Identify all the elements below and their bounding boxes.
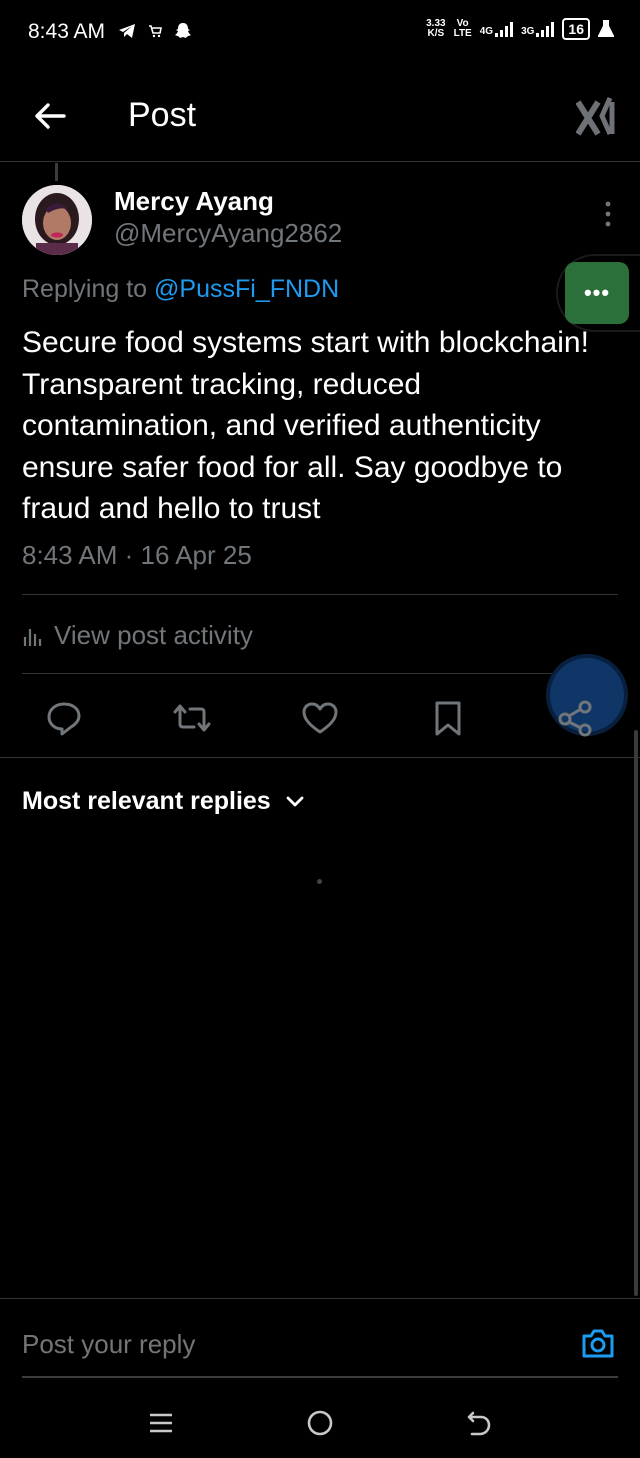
network-speed-unit: K/S: [427, 28, 445, 39]
scrollbar[interactable]: [634, 730, 638, 1296]
post-timestamp: 8:43 AM · 16 Apr 25: [22, 540, 252, 570]
battery-icon: 16: [562, 18, 590, 40]
bookmark-icon[interactable]: [428, 698, 468, 738]
status-bar: 8:43 AM 3.33 K/S Vo LTE 4G 3G 16: [0, 0, 640, 64]
author-handle[interactable]: @MercyAyang2862: [114, 218, 342, 249]
reply-icon[interactable]: [44, 698, 84, 738]
like-icon[interactable]: [300, 698, 340, 738]
signal-icon: [495, 21, 514, 37]
post-actions: [0, 690, 640, 758]
analytics-icon: [23, 628, 42, 646]
status-system-icons: 3.33 K/S Vo LTE 4G 3G 16: [426, 18, 614, 40]
loading-indicator: [317, 879, 322, 884]
cart-icon: [149, 25, 162, 38]
replies-sort-label: Most relevant replies: [22, 787, 271, 815]
back-icon[interactable]: [464, 1408, 494, 1438]
x-logo-icon: [576, 96, 615, 136]
avatar[interactable]: [22, 185, 92, 255]
arrow-left-icon[interactable]: [32, 98, 68, 134]
sim1-type: 4G: [479, 26, 494, 37]
status-notification-icons: [118, 22, 192, 40]
replies-sort-dropdown[interactable]: Most relevant replies: [22, 787, 305, 816]
system-navigation-bar: [0, 1386, 640, 1458]
share-icon[interactable]: [556, 698, 596, 738]
more-vertical-icon[interactable]: [604, 200, 612, 228]
reply-composer: [0, 1298, 640, 1378]
top-app-bar: Post: [0, 70, 640, 162]
avatar-image: [22, 185, 92, 255]
camera-icon[interactable]: [580, 1325, 616, 1361]
replying-to-prefix: Replying to: [22, 275, 155, 303]
snapchat-icon: [175, 23, 191, 38]
telegram-icon: [119, 24, 135, 38]
author-name[interactable]: Mercy Ayang: [114, 186, 274, 217]
divider: [22, 594, 618, 595]
divider: [22, 673, 618, 674]
view-post-activity-label: View post activity: [54, 620, 253, 650]
replying-to-mention[interactable]: @PussFi_FNDN: [154, 275, 339, 303]
replying-to: Replying to @PussFi_FNDN: [22, 275, 339, 304]
battery-level: 16: [568, 21, 584, 37]
thread-connector: [55, 163, 58, 181]
floating-menu-button[interactable]: •••: [565, 262, 629, 324]
menu-icon[interactable]: [146, 1408, 176, 1438]
reply-input[interactable]: [22, 1329, 502, 1360]
flask-icon: [598, 20, 614, 37]
post-text: Secure food systems start with blockchai…: [22, 326, 589, 525]
chevron-down-icon: [286, 796, 304, 806]
repost-icon[interactable]: [172, 698, 212, 738]
status-time: 8:43 AM: [28, 20, 106, 43]
sim2-type: 3G: [521, 26, 535, 37]
sim1-signal: 4G: [479, 21, 514, 37]
sim2-signal: 3G: [521, 21, 555, 37]
composer-underline: [22, 1376, 618, 1378]
page-title: Post: [128, 96, 197, 134]
view-post-activity[interactable]: View post activity: [22, 620, 253, 651]
network-speed: 3.33 K/S: [426, 19, 445, 39]
volte-indicator: Vo LTE: [454, 19, 472, 39]
volte-bottom: LTE: [453, 28, 472, 39]
home-icon[interactable]: [305, 1408, 335, 1438]
signal-icon: [536, 21, 555, 37]
